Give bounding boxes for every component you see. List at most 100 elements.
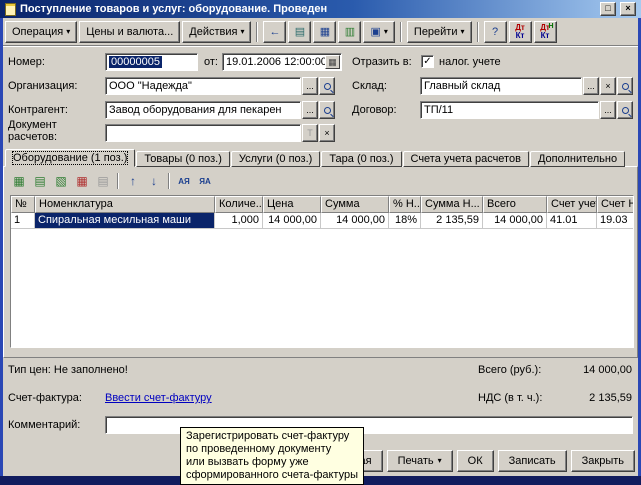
show-postings-button[interactable]: Дт Кт — [509, 21, 532, 43]
cell-price[interactable]: 14 000,00 — [263, 213, 321, 229]
credit-label: Кт — [541, 32, 550, 40]
list-icon: ▤ — [295, 25, 305, 38]
chevron-down-icon: ▾ — [384, 28, 388, 36]
price-type-text: Тип цен: Не заполнено! — [8, 364, 128, 376]
contract-open-button[interactable] — [617, 101, 633, 119]
total-value: 14 000,00 — [522, 364, 632, 376]
document-window: Поступление товаров и услуг: оборудовани… — [0, 0, 641, 485]
calendar-button[interactable]: ▦ — [325, 55, 340, 69]
open-list-button[interactable]: ▤ — [288, 21, 311, 43]
table-toolbar: ▦ ▤ ▧ ▦ ▤ ↑ ↓ АЯ ЯА — [10, 171, 214, 191]
tab-equipment[interactable]: Оборудование (1 поз.) — [5, 149, 135, 167]
delete-row-icon[interactable]: ▦ — [73, 172, 91, 190]
warehouse-select-button[interactable]: ... — [583, 77, 599, 95]
add-row-icon[interactable]: ▦ — [10, 172, 28, 190]
print-button[interactable]: Печать ▾ — [387, 450, 453, 472]
save-label: Записать — [509, 455, 556, 467]
items-table: № Номенклатура Количе... Цена Сумма % Н.… — [10, 195, 634, 348]
organization-select-button[interactable]: ... — [302, 77, 318, 95]
operation-label: Операция — [12, 26, 63, 38]
move-up-icon[interactable]: ↑ — [124, 172, 142, 190]
main-toolbar: Операция ▾ Цены и валюта... Действия ▾ ←… — [3, 18, 638, 46]
cell-vat-pct[interactable]: 18% — [389, 213, 421, 229]
sort-ascending-icon[interactable]: АЯ — [175, 172, 193, 190]
tax-superscript: Н — [548, 23, 553, 30]
contract-select-button[interactable]: ... — [600, 101, 616, 119]
close-window-button[interactable]: × — [620, 2, 636, 16]
column-header-vat-sum: Сумма Н... — [421, 196, 483, 213]
movements-button[interactable]: ▥ — [338, 21, 361, 43]
tax-accounting-checkbox[interactable]: ✓ — [421, 55, 434, 68]
cell-vat-sum[interactable]: 2 135,59 — [421, 213, 483, 229]
save-button[interactable]: Записать — [498, 450, 567, 472]
comment-label: Комментарий: — [8, 419, 80, 431]
ellipsis-icon: ... — [306, 106, 314, 115]
column-header-num: № — [11, 196, 35, 213]
column-header-account: Счет учет... — [547, 196, 597, 213]
edit-row-icon[interactable]: ▧ — [52, 172, 70, 190]
copy-row-icon[interactable]: ▤ — [31, 172, 49, 190]
ok-label: ОК — [468, 455, 483, 467]
cell-num[interactable]: 1 — [11, 213, 35, 229]
warehouse-open-button[interactable] — [617, 77, 633, 95]
number-label: Номер: — [8, 56, 45, 68]
tab-goods[interactable]: Товары (0 поз.) — [136, 151, 229, 167]
tab-additional[interactable]: Дополнительно — [530, 151, 625, 167]
cell-nomenclature[interactable]: Спиральная месильная маши — [35, 213, 215, 229]
enter-invoice-link[interactable]: Ввести счет-фактуру — [105, 392, 212, 404]
date-input[interactable]: 19.01.2006 12:00:00 ▦ — [222, 53, 342, 71]
prices-currency-button[interactable]: Цены и валюта... — [79, 21, 180, 43]
toolbar-separator — [117, 173, 119, 189]
cell-total[interactable]: 14 000,00 — [483, 213, 547, 229]
settlement-clear-button[interactable]: × — [319, 124, 335, 142]
sort-descending-icon[interactable]: ЯА — [196, 172, 214, 190]
close-label: Закрыть — [582, 455, 624, 467]
warehouse-input[interactable]: Главный склад — [420, 77, 582, 95]
ok-button[interactable]: ОК — [457, 450, 494, 472]
restore-button[interactable]: □ — [600, 2, 616, 16]
cell-account[interactable]: 41.01 — [547, 213, 597, 229]
help-icon: ? — [492, 26, 498, 38]
invoice-label: Счет-фактура: — [8, 392, 82, 404]
clear-icon: × — [324, 129, 329, 138]
settlement-doc-input[interactable] — [105, 124, 301, 142]
operation-menu-button[interactable]: Операция ▾ — [5, 21, 77, 43]
settlement-doc-label: Документ расчетов: — [8, 119, 57, 143]
cell-sum[interactable]: 14 000,00 — [321, 213, 389, 229]
magnifier-icon — [324, 107, 331, 114]
vat-value: 2 135,59 — [522, 392, 632, 404]
clear-icon: × — [605, 82, 610, 91]
help-button[interactable]: ? — [484, 21, 507, 43]
title-bar: Поступление товаров и услуг: оборудовани… — [0, 0, 641, 18]
check-icon: ✓ — [423, 56, 431, 67]
contractor-input[interactable]: Завод оборудования для пекарен — [105, 101, 301, 119]
actions-menu-button[interactable]: Действия ▾ — [182, 21, 251, 43]
contractor-select-button[interactable]: ... — [302, 101, 318, 119]
cell-vat-account[interactable]: 19.03 — [597, 213, 634, 229]
tab-containers[interactable]: Тара (0 поз.) — [321, 151, 401, 167]
goto-label: Перейти — [414, 26, 458, 38]
organization-input[interactable]: ООО "Надежда" — [105, 77, 301, 95]
back-icon: ← — [269, 26, 280, 38]
number-input[interactable]: 00000005 — [105, 53, 198, 71]
tab-services[interactable]: Услуги (0 поз.) — [231, 151, 320, 167]
show-tax-postings-button[interactable]: Дт Кт Н — [534, 21, 557, 43]
structure-button[interactable]: ▦ — [313, 21, 336, 43]
organization-open-button[interactable] — [319, 77, 335, 95]
back-button[interactable]: ← — [263, 21, 286, 43]
move-down-icon[interactable]: ↓ — [145, 172, 163, 190]
warehouse-clear-button[interactable]: × — [600, 77, 616, 95]
organization-label: Организация: — [8, 80, 77, 92]
close-button[interactable]: Закрыть — [571, 450, 635, 472]
cell-quantity[interactable]: 1,000 — [215, 213, 263, 229]
post-document-button[interactable]: ▣ ▾ — [363, 21, 394, 43]
tab-settlement-accounts[interactable]: Счета учета расчетов — [403, 151, 529, 167]
levels-icon[interactable]: ▤ — [94, 172, 112, 190]
chevron-down-icon: ▾ — [66, 28, 70, 36]
settlement-type-button[interactable]: Т — [302, 124, 318, 142]
contractor-open-button[interactable] — [319, 101, 335, 119]
contract-input[interactable]: ТП/11 — [420, 101, 599, 119]
tooltip-line: сформированного счета-фактуры — [186, 469, 358, 482]
type-icon: Т — [307, 129, 313, 138]
goto-menu-button[interactable]: Перейти ▾ — [407, 21, 472, 43]
